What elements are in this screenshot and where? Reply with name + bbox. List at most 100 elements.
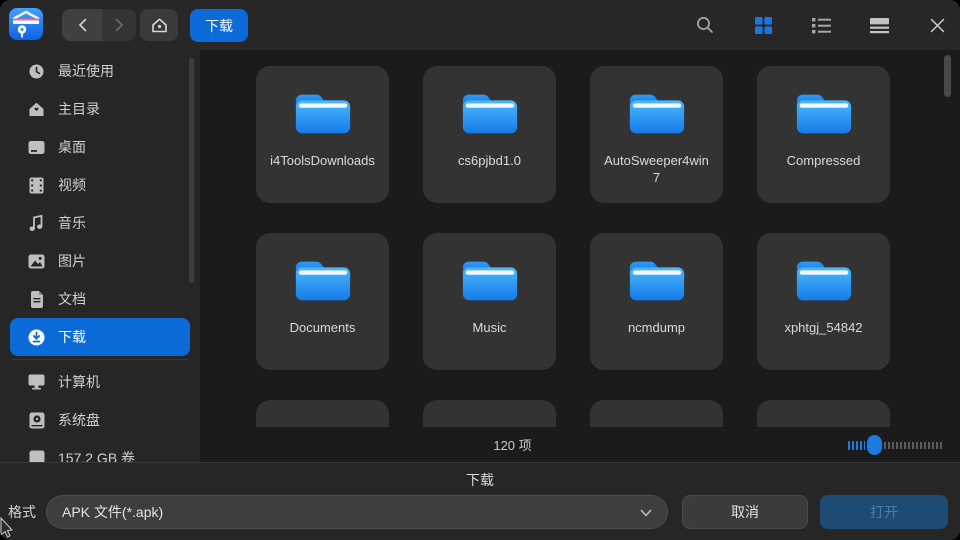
app-logo-icon	[8, 6, 44, 42]
sidebar-item-recent[interactable]: 最近使用	[10, 52, 190, 90]
sidebar-item-pictures[interactable]: 图片	[10, 242, 190, 280]
folder-name: xphtgj_54842	[770, 319, 878, 336]
sidebar-item-label: 157.2 GB 卷	[58, 448, 135, 462]
grid-scrollbar[interactable]	[944, 55, 951, 97]
folder-name: i4ToolsDownloads	[269, 152, 377, 169]
slider-handle[interactable]	[867, 435, 882, 455]
grid-view-button[interactable]	[752, 14, 774, 36]
back-icon	[78, 18, 87, 32]
folder-item[interactable]: xphtgj_54842	[757, 233, 890, 370]
file-dialog-window: 下载 最近使用 主目录	[0, 0, 960, 540]
toolbar-right-icons	[694, 0, 948, 50]
folder-name: ncmdump	[603, 319, 711, 336]
desktop-icon	[28, 139, 45, 156]
folder-item[interactable]: Music	[423, 233, 556, 370]
close-button[interactable]	[926, 14, 948, 36]
computer-icon	[28, 374, 45, 391]
list-view-button[interactable]	[810, 14, 832, 36]
close-icon	[930, 18, 945, 33]
sidebar-separator	[12, 359, 188, 360]
home-icon	[151, 17, 168, 34]
cancel-button-label: 取消	[731, 502, 759, 522]
sidebar-item-label: 图片	[58, 251, 86, 271]
document-icon	[28, 291, 45, 308]
dialog-footer: 下载 格式 APK 文件(*.apk) 取消 打开	[0, 462, 960, 540]
sidebar-item-home[interactable]: 主目录	[10, 90, 190, 128]
folder-item[interactable]: AutoSweeper4win7	[590, 66, 723, 203]
folder-icon	[793, 88, 855, 138]
status-bar: 120 项	[200, 427, 960, 462]
clock-icon	[28, 63, 45, 80]
sidebar-scrollbar[interactable]	[189, 58, 194, 283]
sidebar-item-desktop[interactable]: 桌面	[10, 128, 190, 166]
grid-view-icon	[754, 16, 773, 35]
folder-name: cs6pjbd1.0	[436, 152, 544, 169]
disk-icon	[28, 412, 45, 429]
forward-button[interactable]	[102, 9, 136, 41]
list-view-icon	[812, 17, 831, 34]
video-icon	[28, 177, 45, 194]
format-value: APK 文件(*.apk)	[62, 502, 163, 522]
sidebar-item-label: 音乐	[58, 213, 86, 233]
folder-icon	[459, 255, 521, 305]
current-folder-title: 下载	[0, 470, 960, 490]
sidebar-item-label: 最近使用	[58, 61, 114, 81]
tab-current-location[interactable]: 下载	[190, 9, 248, 42]
sidebar-item-label: 文档	[58, 289, 86, 309]
folder-item[interactable]: Compressed	[757, 66, 890, 203]
folder-item[interactable]: Documents	[256, 233, 389, 370]
toolbar: 下载	[0, 0, 960, 50]
sidebar-item-label: 视频	[58, 175, 86, 195]
home-button[interactable]	[140, 9, 178, 41]
image-icon	[28, 253, 45, 270]
format-dropdown[interactable]: APK 文件(*.apk)	[46, 495, 668, 529]
open-button[interactable]: 打开	[820, 495, 948, 529]
back-button[interactable]	[62, 9, 102, 41]
folder-icon	[292, 255, 354, 305]
volume-icon	[28, 450, 45, 463]
file-grid: i4ToolsDownloads cs6pjbd1.0 AutoSweeper4…	[200, 50, 960, 462]
folder-item[interactable]: cs6pjbd1.0	[423, 66, 556, 203]
cancel-button[interactable]: 取消	[682, 495, 808, 529]
folder-icon	[626, 255, 688, 305]
slider-ticks-active	[848, 441, 865, 450]
folder-icon	[459, 88, 521, 138]
sidebar-item-videos[interactable]: 视频	[10, 166, 190, 204]
folder-item[interactable]: i4ToolsDownloads	[256, 66, 389, 203]
sidebar-item-label: 系统盘	[58, 410, 100, 430]
folder-name: Music	[436, 319, 544, 336]
folder-icon	[793, 255, 855, 305]
nav-button-group	[62, 9, 136, 41]
slider-ticks-inactive	[884, 442, 942, 449]
sidebar-item-label: 桌面	[58, 137, 86, 157]
download-icon	[28, 329, 45, 346]
sidebar-item-label: 下载	[58, 327, 86, 347]
sidebar-item-computer[interactable]: 计算机	[10, 363, 190, 401]
music-icon	[28, 215, 45, 232]
mouse-cursor	[0, 516, 13, 540]
folder-name: Compressed	[770, 152, 878, 169]
folder-icon	[626, 88, 688, 138]
item-count: 120 项	[200, 435, 825, 454]
sidebar-item-music[interactable]: 音乐	[10, 204, 190, 242]
folder-icon	[292, 88, 354, 138]
forward-icon	[115, 18, 124, 32]
folder-name: Documents	[269, 319, 377, 336]
sidebar-item-volume[interactable]: 157.2 GB 卷	[10, 439, 190, 462]
detail-view-button[interactable]	[868, 14, 890, 36]
search-button[interactable]	[694, 14, 716, 36]
sidebar-item-documents[interactable]: 文档	[10, 280, 190, 318]
icon-size-slider[interactable]	[848, 435, 942, 455]
folder-name: AutoSweeper4win7	[603, 152, 711, 186]
sidebar-item-label: 主目录	[58, 99, 100, 119]
sidebar-item-downloads[interactable]: 下载	[10, 318, 190, 356]
search-icon	[695, 15, 715, 35]
sidebar: 最近使用 主目录 桌面 视频 音乐 图片 文档 下载	[0, 50, 200, 462]
chevron-down-icon	[639, 506, 653, 520]
tab-label: 下载	[205, 16, 233, 36]
detail-view-icon	[870, 17, 889, 34]
sidebar-item-system-disk[interactable]: 系统盘	[10, 401, 190, 439]
folder-item[interactable]: ncmdump	[590, 233, 723, 370]
home-icon	[28, 101, 45, 118]
sidebar-item-label: 计算机	[58, 372, 100, 392]
